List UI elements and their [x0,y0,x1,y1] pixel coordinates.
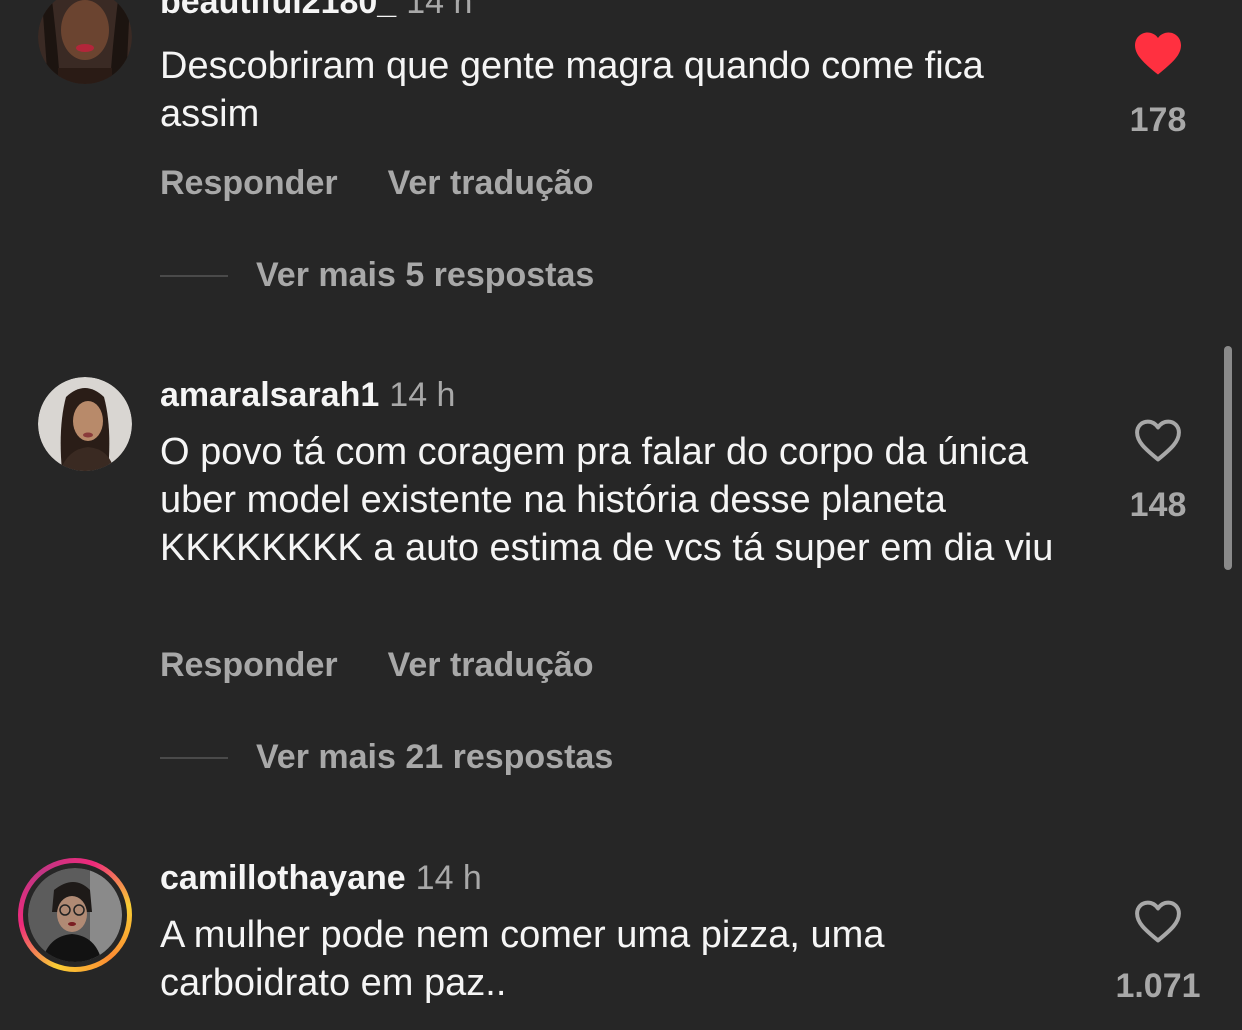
reply-button[interactable]: Responder [160,164,338,202]
timestamp: 14 h [415,859,482,897]
avatar[interactable] [38,0,132,84]
username[interactable]: camillothayane [160,859,406,897]
like-control: 1.071 [1098,898,1218,1006]
avatar-image [38,377,132,471]
reply-button[interactable]: Responder [160,646,338,684]
comment-text: A mulher pode nem comer uma pizza, uma c… [160,914,885,1004]
comments-screen: beautiful2180_ 14 h Descobriram que gente… [0,0,1242,1030]
comment-item: beautiful2180_ 14 h Descobriram que gente… [0,0,1242,320]
comment-actions: Responder Ver tradução [160,645,644,685]
heart-outline-icon[interactable] [1132,898,1184,944]
comment-item: camillothayane 14 h A mulher pode nem com… [0,858,1242,1030]
avatar[interactable] [38,377,132,471]
like-count: 148 [1129,486,1187,524]
like-control: 178 [1098,30,1218,140]
avatar-image [38,0,132,84]
like-control: 148 [1098,417,1218,525]
heart-outline-icon[interactable] [1132,417,1184,463]
comment-header: beautiful2180_ 14 h [160,0,472,22]
translate-button[interactable]: Ver tradução [388,646,594,684]
username[interactable]: amaralsarah1 [160,376,379,414]
replies-divider [160,275,228,277]
comment-text: Descobriram que gente magra quando come … [160,45,984,135]
timestamp: 14 h [389,376,456,414]
story-ring[interactable] [18,858,132,972]
avatar-image [28,868,122,962]
like-count: 178 [1129,101,1187,139]
replies-divider [160,757,228,759]
scrollbar[interactable] [1224,346,1232,570]
view-more-replies-button[interactable]: Ver mais 5 respostas [256,255,594,295]
heart-filled-icon[interactable] [1132,30,1184,76]
avatar [28,868,122,962]
view-more-replies-button[interactable]: Ver mais 21 respostas [256,737,613,777]
comment-text: O povo tá com coragem pra falar do corpo… [160,431,1054,569]
username[interactable]: beautiful2180_ [160,0,396,21]
timestamp: 14 h [406,0,473,21]
like-count: 1.071 [1115,967,1201,1005]
translate-button[interactable]: Ver tradução [388,164,594,202]
comment-header: amaralsarah1 14 h [160,375,455,415]
comment-item: amaralsarah1 14 h O povo tá com coragem p… [0,375,1242,795]
comment-actions: Responder Ver tradução [160,163,644,203]
comment-header: camillothayane 14 h [160,858,482,898]
